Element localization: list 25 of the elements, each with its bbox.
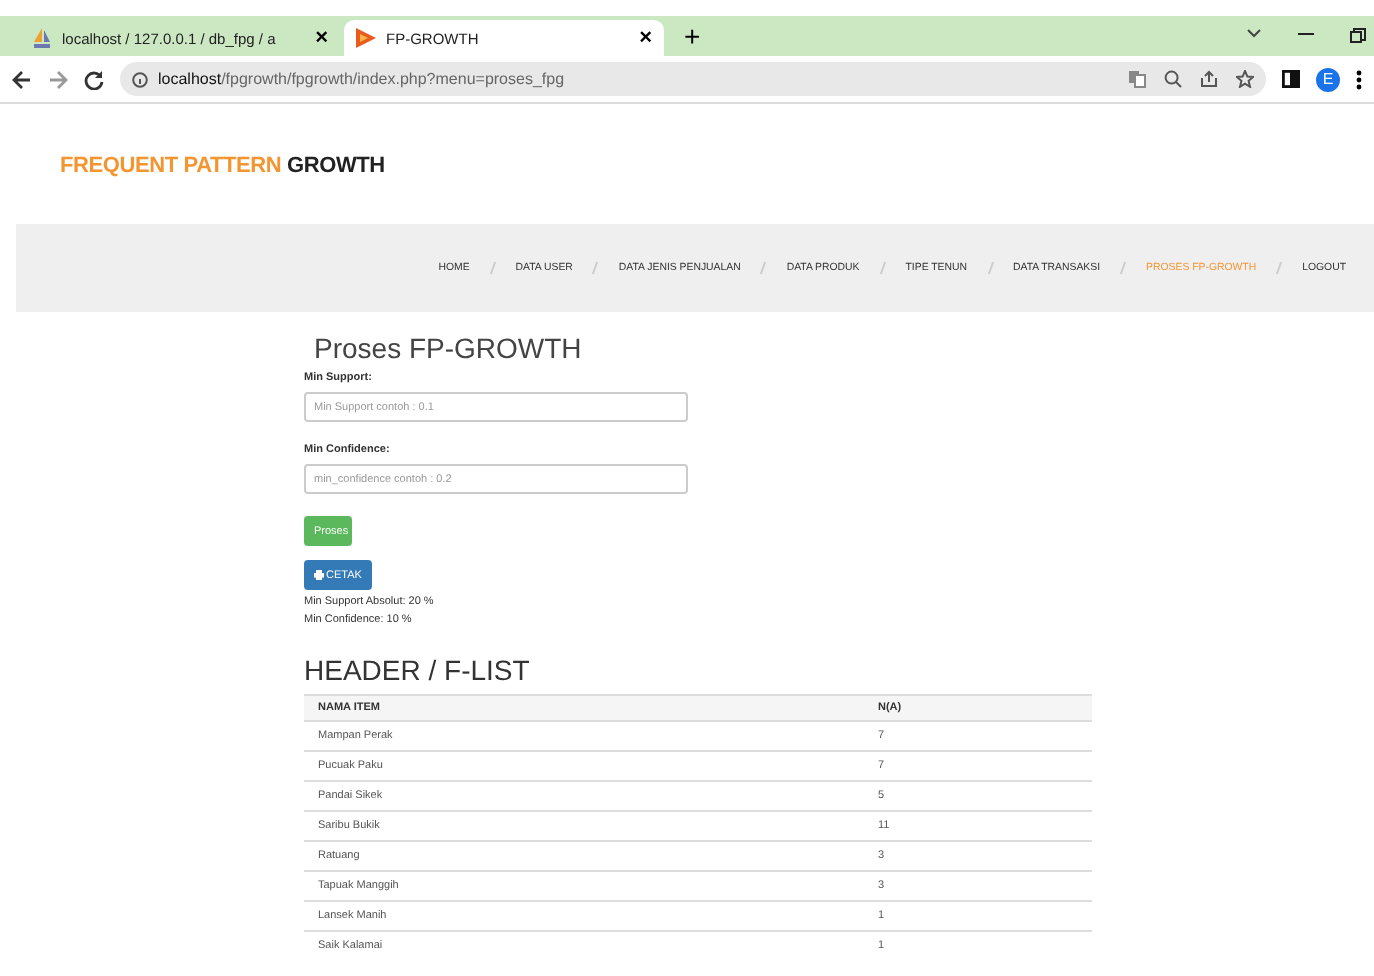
new-tab-button[interactable]: + xyxy=(668,20,717,52)
info-icon[interactable] xyxy=(132,71,148,87)
share-icon[interactable] xyxy=(1200,70,1218,88)
side-panel-icon[interactable] xyxy=(1282,70,1300,88)
profile-avatar[interactable]: E xyxy=(1316,67,1340,91)
sailboat-icon xyxy=(32,28,52,48)
printer-icon xyxy=(314,570,324,580)
chevron-down-icon[interactable] xyxy=(1246,28,1262,40)
page-heading: Proses FP-GROWTH xyxy=(314,332,584,364)
restore-icon[interactable] xyxy=(1350,28,1366,44)
minimize-icon[interactable] xyxy=(1298,28,1314,40)
url-text: localhost/fpgrowth/fpgrowth/index.php?menu=proses_fpg xyxy=(158,70,565,88)
close-tab-button[interactable]: × xyxy=(639,26,652,50)
menu-icon[interactable] xyxy=(1356,69,1362,89)
app-logo-icon xyxy=(356,28,376,48)
reload-icon[interactable] xyxy=(84,69,104,89)
address-bar[interactable]: localhost/fpgrowth/fpgrowth/index.php?menu=proses_fpg xyxy=(120,62,1266,96)
site-title: FREQUENT PATTERN GROWTH xyxy=(60,154,387,178)
close-tab-button[interactable]: × xyxy=(315,26,328,50)
back-arrow-icon[interactable] xyxy=(12,69,32,89)
zoom-icon[interactable] xyxy=(1164,70,1182,88)
star-icon[interactable] xyxy=(1236,70,1254,88)
translate-icon[interactable] xyxy=(1128,70,1146,88)
forward-arrow-icon[interactable] xyxy=(48,69,68,89)
section-heading: HEADER / F-LIST xyxy=(304,654,532,686)
